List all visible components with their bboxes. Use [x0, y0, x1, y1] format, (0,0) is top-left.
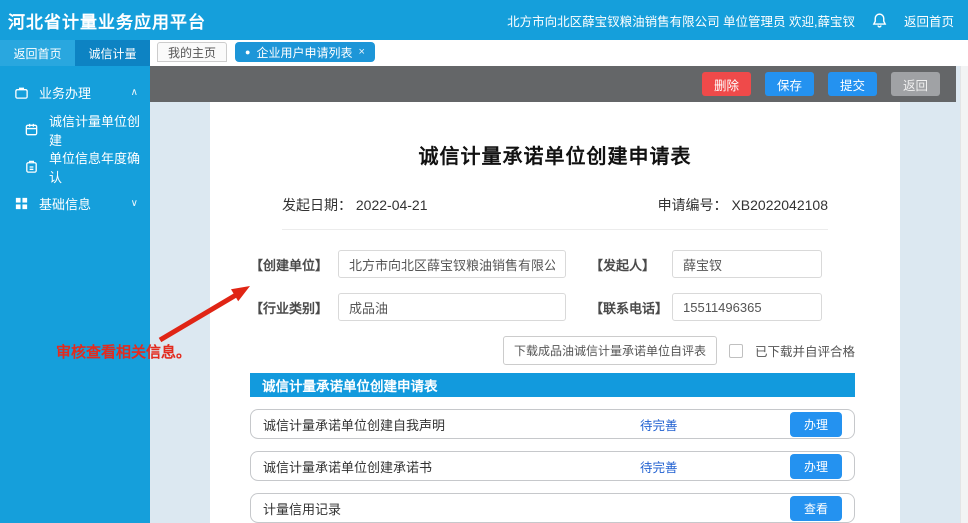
user-company-info: 北方市向北区薛宝钗粮油销售有限公司 单位管理员 欢迎,薛宝钗 [507, 11, 855, 30]
tab-close-icon[interactable]: × [358, 46, 364, 58]
creating-unit-label: 【创建单位】 [250, 255, 338, 274]
application-form-page: 诚信计量承诺单位创建申请表 发起日期： 2022-04-21 申请编号： XB2… [210, 102, 900, 523]
sidebar-item-basic-info[interactable]: 基础信息 ∨ [0, 185, 150, 222]
save-button[interactable]: 保存 [765, 72, 814, 96]
tab-enterprise-application-list[interactable]: ● 企业用户申请列表 × [235, 42, 375, 62]
download-row: 下载成品油诚信计量承诺单位自评表 已下载并自评合格 [210, 336, 855, 365]
scrollbar-track[interactable] [960, 66, 968, 523]
sidebar-item-annual-confirmation[interactable]: 单位信息年度确认 [0, 148, 150, 185]
back-button[interactable]: 返回 [891, 72, 940, 96]
app-header: 河北省计量业务应用平台 北方市向北区薛宝钗粮油销售有限公司 单位管理员 欢迎,薛… [0, 0, 968, 40]
briefcase-icon [14, 85, 29, 100]
initiator-label: 【发起人】 [590, 255, 672, 274]
application-number: 申请编号： XB2022042108 [658, 195, 828, 215]
sidebar-item-business-handling[interactable]: 业务办理 ∧ [0, 74, 150, 111]
handle-button[interactable]: 办理 [790, 454, 842, 479]
nav-back-home[interactable]: 返回首页 [0, 40, 75, 66]
creating-unit-field[interactable] [338, 250, 566, 278]
form-meta-row: 发起日期： 2022-04-21 申请编号： XB2022042108 [282, 195, 828, 230]
sidebar-item-unit-creation[interactable]: 诚信计量单位创建 [0, 111, 150, 148]
industry-category-field[interactable] [338, 293, 566, 321]
start-date: 发起日期： 2022-04-21 [282, 195, 428, 215]
active-tab-dot-icon: ● [245, 47, 250, 57]
handle-button[interactable]: 办理 [790, 412, 842, 437]
industry-category-label: 【行业类别】 [250, 298, 338, 317]
badge-icon [24, 159, 39, 174]
checklist-row-commitment-letter: 诚信计量承诺单位创建承诺书 待完善 办理 [250, 451, 855, 481]
status-badge: 待完善 [640, 415, 790, 434]
nav-row: 返回首页 诚信计量 我的主页 ● 企业用户申请列表 × [0, 40, 968, 66]
view-button[interactable]: 查看 [790, 496, 842, 521]
tab-my-home[interactable]: 我的主页 [157, 42, 227, 62]
contact-phone-field[interactable] [672, 293, 822, 321]
checklist-row-credit-record: 计量信用记录 查看 [250, 493, 855, 523]
status-badge: 待完善 [640, 457, 790, 476]
calendar-icon [24, 122, 39, 137]
chevron-down-icon[interactable]: ∨ [131, 198, 138, 209]
download-self-assessment-button[interactable]: 下载成品油诚信计量承诺单位自评表 [503, 336, 717, 365]
main-content: 删除 保存 提交 返回 诚信计量承诺单位创建申请表 发起日期： 2022-04-… [150, 66, 968, 523]
downloaded-checkbox[interactable] [729, 344, 743, 358]
sidebar: 业务办理 ∧ 诚信计量单位创建 单位信息年度确认 基础信息 ∨ [0, 66, 150, 523]
chevron-up-icon[interactable]: ∧ [131, 87, 138, 98]
checklist: 诚信计量承诺单位创建申请表 诚信计量承诺单位创建自我声明 待完善 办理 诚信计量… [250, 373, 855, 523]
return-home-link[interactable]: 返回首页 [904, 11, 954, 30]
checklist-header: 诚信计量承诺单位创建申请表 [250, 373, 855, 397]
delete-button[interactable]: 删除 [702, 72, 751, 96]
app-title: 河北省计量业务应用平台 [8, 8, 206, 33]
initiator-field[interactable] [672, 250, 822, 278]
tab-strip: 我的主页 ● 企业用户申请列表 × [150, 40, 968, 66]
nav-module-trust-metrology[interactable]: 诚信计量 [75, 40, 150, 66]
page-title: 诚信计量承诺单位创建申请表 [210, 140, 900, 169]
submit-button[interactable]: 提交 [828, 72, 877, 96]
contact-phone-label: 【联系电话】 [590, 298, 672, 317]
grid-icon [14, 196, 29, 211]
downloaded-checkbox-label: 已下载并自评合格 [755, 341, 855, 360]
form-fields: 【创建单位】 【发起人】 【行业类别】 【联系电话】 [210, 250, 900, 321]
checklist-row-self-declaration: 诚信计量承诺单位创建自我声明 待完善 办理 [250, 409, 855, 439]
notification-bell-icon[interactable] [871, 12, 888, 29]
toolbar: 删除 保存 提交 返回 [150, 66, 956, 102]
